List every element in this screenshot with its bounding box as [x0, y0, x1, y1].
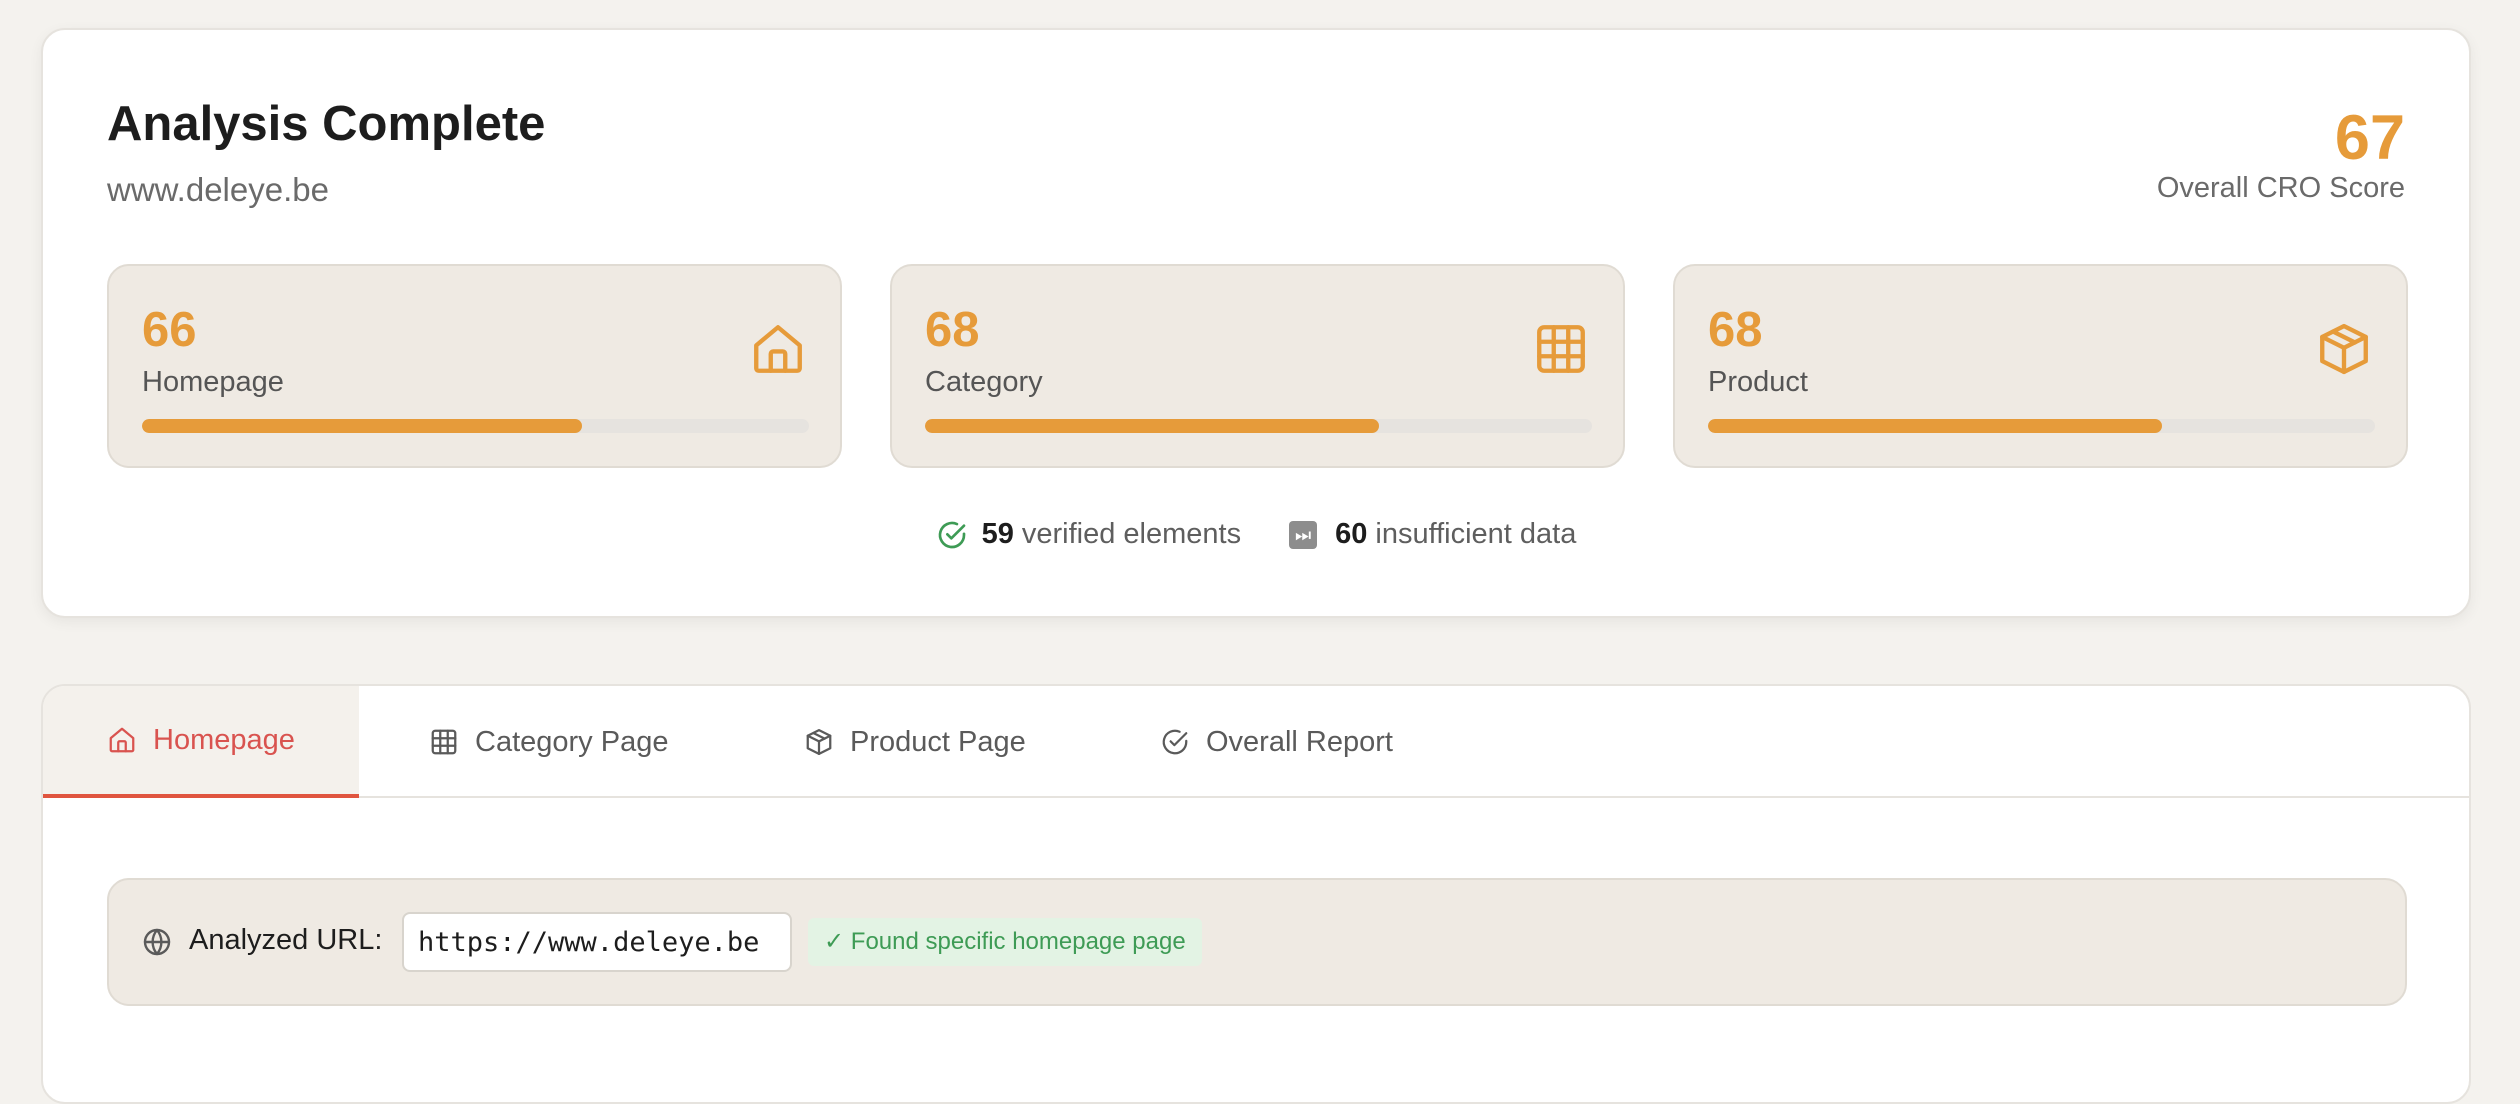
overall-score-value: 67 — [2334, 103, 2405, 173]
verified-count: 59 — [981, 518, 1014, 550]
tile-score: 68 — [925, 303, 980, 357]
home-icon — [749, 320, 807, 378]
progress-bar-fill — [1708, 419, 2162, 433]
tab-label: Category Page — [475, 725, 669, 758]
box-icon — [2315, 320, 2373, 378]
check-circle-icon — [936, 519, 968, 551]
globe-icon — [141, 926, 173, 958]
analyzed-url-panel: Analyzed URL: ✓ Found specific homepage … — [107, 878, 2407, 1006]
insufficient-count: 60 — [1335, 518, 1368, 550]
status-badge: ✓ Found specific homepage page — [808, 918, 1202, 966]
tab-category-page[interactable]: Category Page — [429, 686, 668, 798]
tab-label: Product Page — [850, 725, 1026, 758]
tab-overall-report[interactable]: Overall Report — [1160, 686, 1393, 798]
score-tile-category: 68 Category — [890, 264, 1625, 468]
tab-homepage[interactable]: Homepage — [43, 686, 359, 798]
overall-score-label: Overall CRO Score — [2156, 172, 2405, 204]
home-icon — [107, 725, 137, 755]
tab-label: Homepage — [153, 723, 295, 756]
score-tile-product: 68 Product — [1673, 264, 2408, 468]
verified-label: verified elements — [1021, 518, 1242, 550]
progress-bar-fill — [925, 419, 1379, 433]
progress-bar — [1708, 419, 2375, 433]
analysis-summary-card: Analysis Complete www.deleye.be 67 Overa… — [41, 28, 2471, 618]
box-icon — [804, 727, 834, 757]
grid-icon — [1532, 320, 1590, 378]
page-analysis-card: Homepage Category Page Product Page Over… — [41, 684, 2471, 1104]
check-circle-icon — [1160, 727, 1190, 757]
stats-row: 59 verified elements ⏭ 60 insufficient d… — [43, 518, 2469, 551]
tile-score: 68 — [1708, 303, 1763, 357]
tile-label: Homepage — [142, 366, 284, 398]
tab-label: Overall Report — [1206, 725, 1393, 758]
tile-score: 66 — [142, 303, 197, 357]
tile-label: Category — [925, 366, 1043, 398]
insufficient-stat: ⏭ 60 insufficient data — [1289, 518, 1576, 551]
tile-label: Product — [1708, 366, 1808, 398]
analyzed-url-label: Analyzed URL: — [189, 924, 383, 956]
grid-icon — [429, 727, 459, 757]
verified-stat: 59 verified elements — [936, 518, 1241, 551]
score-tile-homepage: 66 Homepage — [107, 264, 842, 468]
skip-forward-icon: ⏭ — [1289, 520, 1318, 549]
progress-bar — [925, 419, 1592, 433]
page-title: Analysis Complete — [107, 97, 546, 151]
analyzed-domain: www.deleye.be — [107, 171, 329, 208]
analyzed-url-field[interactable] — [402, 912, 792, 972]
progress-bar — [142, 419, 809, 433]
tab-bar: Homepage Category Page Product Page Over… — [43, 686, 2469, 798]
tab-product-page[interactable]: Product Page — [804, 686, 1026, 798]
progress-bar-fill — [142, 419, 583, 433]
insufficient-label: insufficient data — [1375, 518, 1577, 550]
